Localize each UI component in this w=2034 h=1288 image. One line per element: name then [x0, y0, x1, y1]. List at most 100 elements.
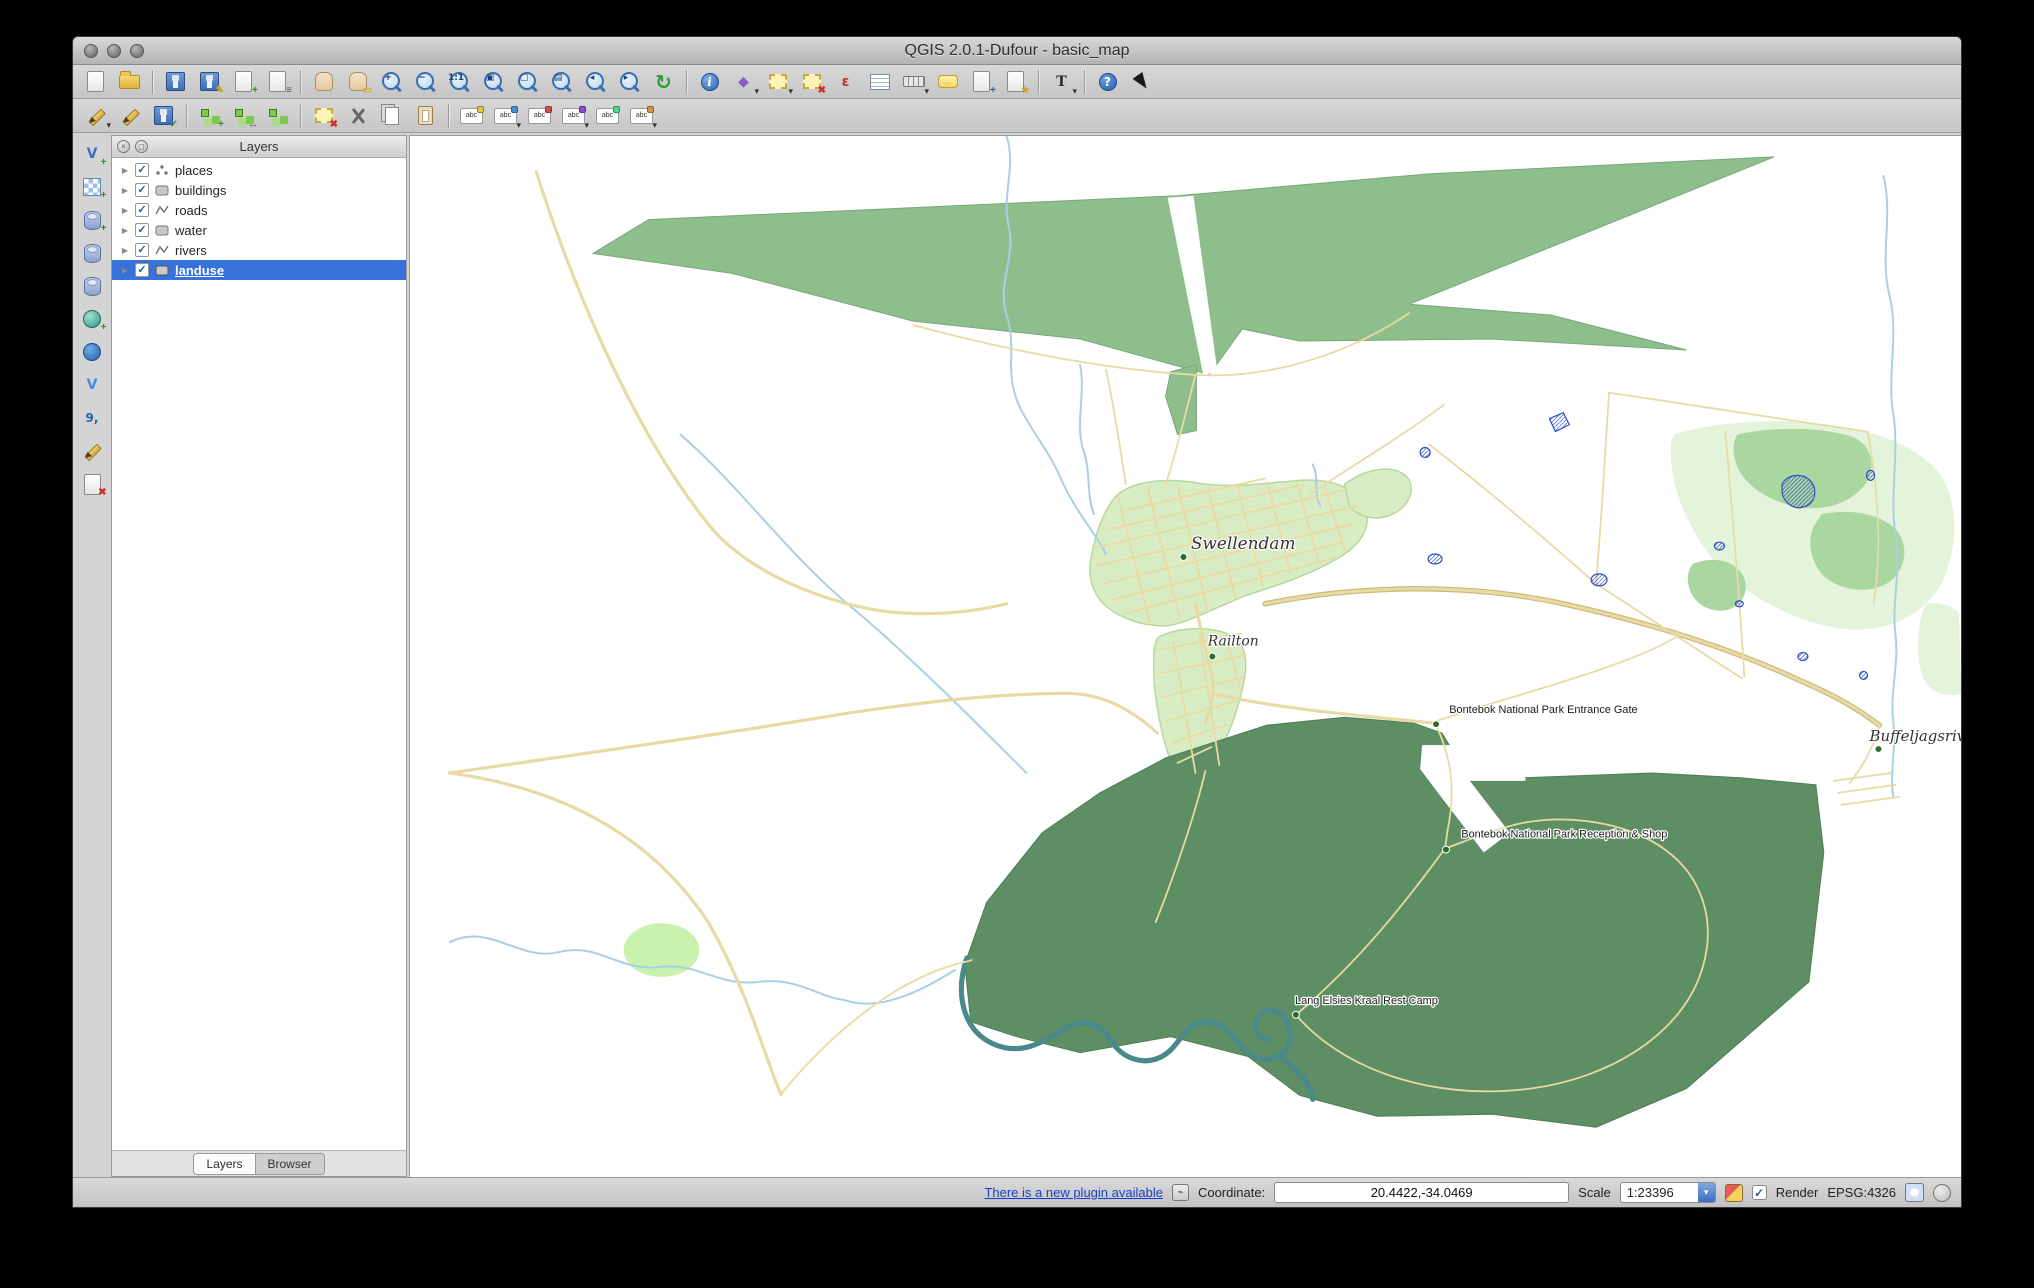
add-vector-layer-button[interactable]: V+ — [76, 139, 109, 169]
layer-checkbox[interactable]: ✓ — [135, 183, 149, 197]
add-wfs-layer-button[interactable]: V — [76, 370, 109, 400]
crs-status-button[interactable] — [1905, 1183, 1924, 1202]
zoom-out-button[interactable]: − — [409, 67, 442, 97]
current-edits-dropdown[interactable]: ▾ — [106, 121, 111, 130]
layer-checkbox[interactable]: ✓ — [135, 263, 149, 277]
measure-line-dropdown[interactable]: ▾ — [924, 87, 929, 96]
new-bookmark-button[interactable]: + — [965, 67, 998, 97]
tab-browser[interactable]: Browser — [256, 1153, 325, 1175]
add-raster-layer-button[interactable]: + — [76, 172, 109, 202]
add-wms-layer-button[interactable]: + — [76, 304, 109, 334]
layer-checkbox[interactable]: ✓ — [135, 203, 149, 217]
zoom-window-button[interactable] — [130, 44, 144, 58]
open-attribute-table-button[interactable] — [863, 67, 896, 97]
scale-combo[interactable]: 1:23396 ▾ — [1620, 1182, 1716, 1203]
messages-button[interactable] — [1933, 1184, 1951, 1202]
new-plugin-link[interactable]: There is a new plugin available — [984, 1185, 1163, 1200]
add-mssql-layer-button[interactable] — [76, 271, 109, 301]
expand-arrow-icon[interactable]: ▶ — [120, 166, 130, 175]
label-properties-button[interactable]: abc▾ — [625, 101, 658, 131]
layer-row-water[interactable]: ▶ ✓ water — [112, 220, 406, 240]
current-edits-button[interactable]: ▾ — [79, 101, 112, 131]
zoom-to-layer-button[interactable]: ▤ — [545, 67, 578, 97]
zoom-to-selection-button[interactable]: ▢ — [511, 67, 544, 97]
expand-arrow-icon[interactable]: ▶ — [120, 226, 130, 235]
pan-to-selection-button[interactable]: ▭ — [341, 67, 374, 97]
label-pin-dropdown[interactable]: ▾ — [516, 121, 521, 130]
save-project-button[interactable] — [159, 67, 192, 97]
expand-arrow-icon[interactable]: ▶ — [120, 266, 130, 275]
delete-selected-button[interactable]: ✖ — [307, 101, 340, 131]
select-features-dropdown[interactable]: ▾ — [788, 87, 793, 96]
label-pin-button[interactable]: abc▾ — [489, 101, 522, 131]
zoom-native-button[interactable]: 1:1 — [443, 67, 476, 97]
labeling-button[interactable]: abc — [455, 101, 488, 131]
zoom-full-button[interactable]: ▣ — [477, 67, 510, 97]
text-annotation-dropdown[interactable]: ▾ — [1072, 87, 1077, 96]
layer-checkbox[interactable]: ✓ — [135, 243, 149, 257]
move-feature-button[interactable]: ↔ — [227, 101, 260, 131]
measure-line-button[interactable]: ▾ — [897, 67, 930, 97]
layer-row-buildings[interactable]: ▶ ✓ buildings — [112, 180, 406, 200]
deselect-features-button[interactable]: ✖ — [795, 67, 828, 97]
close-window-button[interactable] — [84, 44, 98, 58]
zoom-last-button[interactable]: ◂ — [579, 67, 612, 97]
label-move-dropdown[interactable]: ▾ — [584, 121, 589, 130]
layer-checkbox[interactable]: ✓ — [135, 163, 149, 177]
minimize-window-button[interactable] — [107, 44, 121, 58]
titlebar[interactable]: QGIS 2.0.1-Dufour - basic_map — [73, 37, 1961, 65]
map-tips-button[interactable] — [931, 67, 964, 97]
paste-features-button[interactable] — [409, 101, 442, 131]
layer-row-places[interactable]: ▶ ✓ places — [112, 160, 406, 180]
feature-actions-dropdown[interactable]: ▾ — [754, 87, 759, 96]
select-features-button[interactable]: ▾ — [761, 67, 794, 97]
identify-features-button[interactable]: i — [693, 67, 726, 97]
layer-row-roads[interactable]: ▶ ✓ roads — [112, 200, 406, 220]
add-feature-button[interactable]: + — [193, 101, 226, 131]
help-contents-button[interactable]: ? — [1091, 67, 1124, 97]
open-project-button[interactable] — [113, 67, 146, 97]
label-properties-dropdown[interactable]: ▾ — [652, 121, 657, 130]
remove-layer-button[interactable]: ✖ — [76, 469, 109, 499]
map-canvas[interactable]: Swellendam Railton Bontebok National Par… — [409, 135, 1961, 1177]
text-annotation-button[interactable]: T▾ — [1045, 67, 1078, 97]
node-tool-button[interactable] — [261, 101, 294, 131]
plugin-icon[interactable]: ⌁ — [1172, 1184, 1189, 1201]
copy-features-button[interactable] — [375, 101, 408, 131]
add-delimited-text-layer-button[interactable]: 9, — [76, 403, 109, 433]
zoom-next-button[interactable]: ▸ — [613, 67, 646, 97]
expand-arrow-icon[interactable]: ▶ — [120, 186, 130, 195]
render-checkbox[interactable]: ✓ — [1752, 1185, 1767, 1200]
expand-arrow-icon[interactable]: ▶ — [120, 206, 130, 215]
save-layer-edits-button[interactable]: ✓ — [147, 101, 180, 131]
label-highlight-button[interactable]: abc — [523, 101, 556, 131]
new-shapefile-layer-button[interactable] — [76, 436, 109, 466]
add-postgis-layer-button[interactable]: + — [76, 205, 109, 235]
label-rotate-button[interactable]: abc — [591, 101, 624, 131]
show-bookmarks-button[interactable]: ★ — [999, 67, 1032, 97]
new-print-composer-button[interactable]: + — [227, 67, 260, 97]
layer-checkbox[interactable]: ✓ — [135, 223, 149, 237]
new-project-button[interactable] — [79, 67, 112, 97]
cut-features-button[interactable] — [341, 101, 374, 131]
pan-map-button[interactable] — [307, 67, 340, 97]
field-calculator-button[interactable]: ε — [829, 67, 862, 97]
add-wcs-layer-button[interactable] — [76, 337, 109, 367]
save-layer-edits-badge: ✓ — [170, 120, 178, 130]
tab-layers[interactable]: Layers — [193, 1153, 255, 1175]
save-project-as-button[interactable]: ✎ — [193, 67, 226, 97]
add-spatialite-layer-button[interactable] — [76, 238, 109, 268]
composer-manager-button[interactable]: ≡ — [261, 67, 294, 97]
refresh-map-button[interactable]: ↻ — [647, 67, 680, 97]
scale-dropdown-icon[interactable]: ▾ — [1698, 1183, 1715, 1202]
toggle-editing-button[interactable] — [113, 101, 146, 131]
whats-this-button[interactable] — [1125, 67, 1158, 97]
render-brush-icon[interactable] — [1725, 1184, 1743, 1202]
expand-arrow-icon[interactable]: ▶ — [120, 246, 130, 255]
zoom-in-button[interactable]: + — [375, 67, 408, 97]
label-move-button[interactable]: abc▾ — [557, 101, 590, 131]
coordinate-input[interactable]: 20.4422,-34.0469 — [1274, 1182, 1569, 1203]
layer-row-rivers[interactable]: ▶ ✓ rivers — [112, 240, 406, 260]
layer-row-landuse[interactable]: ▶ ✓ landuse — [112, 260, 406, 280]
feature-actions-button[interactable]: ◆▾ — [727, 67, 760, 97]
